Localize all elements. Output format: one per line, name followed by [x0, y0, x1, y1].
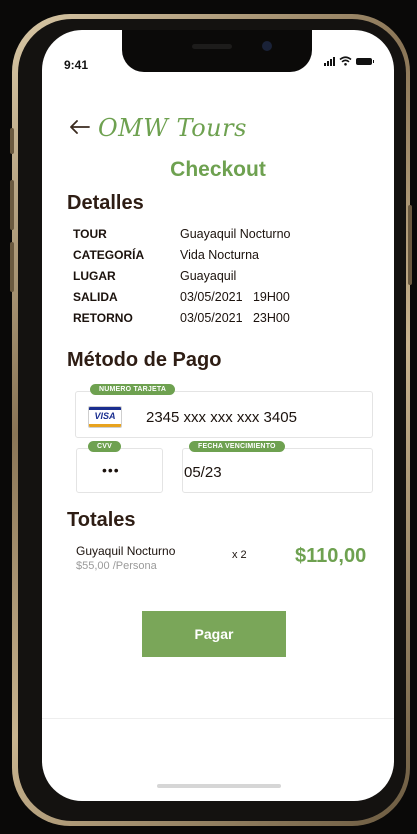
totals-heading: Totales — [67, 509, 136, 531]
detail-value: 03/05/2021 19H00 — [180, 289, 290, 304]
power-button — [408, 205, 412, 285]
volume-up-button — [10, 180, 14, 230]
detail-label: SALIDA — [73, 289, 118, 304]
detail-label: CATEGORÍA — [73, 247, 145, 262]
status-time: 9:41 — [64, 58, 89, 72]
details-heading: Detalles — [67, 192, 144, 214]
detail-row-departure: SALIDA 03/05/2021 19H00 — [73, 286, 290, 307]
detail-label: RETORNO — [73, 310, 133, 325]
details-list: TOUR Guayaquil Nocturno CATEGORÍA Vida N… — [73, 223, 290, 328]
detail-value: Vida Nocturna — [180, 247, 259, 262]
mute-switch — [10, 128, 14, 154]
expiry-date-value: 05/23 — [184, 464, 222, 481]
page-title: Checkout — [170, 158, 266, 181]
pay-button[interactable]: Pagar — [142, 611, 286, 657]
wifi-icon — [339, 56, 352, 66]
back-arrow-icon[interactable] — [68, 118, 90, 141]
detail-row-tour: TOUR Guayaquil Nocturno — [73, 223, 290, 244]
order-item-quantity: x 2 — [232, 549, 247, 561]
cvv-value: ••• — [102, 462, 120, 478]
brand-logo: OMW Tours — [98, 114, 247, 142]
bottom-divider — [42, 718, 394, 719]
app-screen: 9:41 OMW Tours Checkout Detalles TOUR Gu… — [42, 30, 394, 801]
detail-value: 03/05/2021 23H00 — [180, 310, 290, 325]
order-item-unit-price: $55,00 /Persona — [76, 560, 157, 572]
status-icons — [324, 56, 374, 66]
detail-label: TOUR — [73, 226, 107, 241]
card-number-tag: NUMERO TARJETA — [90, 384, 176, 395]
cvv-tag: CVV — [88, 441, 121, 452]
card-number-value: 2345 xxx xxx xxx 3405 — [146, 409, 297, 426]
home-indicator[interactable] — [157, 784, 281, 788]
notch — [122, 30, 312, 72]
detail-row-return: RETORNO 03/05/2021 23H00 — [73, 307, 290, 328]
payment-heading: Método de Pago — [67, 349, 222, 371]
volume-down-button — [10, 242, 14, 292]
signal-icon — [324, 56, 335, 66]
speaker-grille — [192, 44, 232, 49]
battery-icon — [356, 57, 374, 65]
expiry-date-tag: FECHA VENCIMIENTO — [189, 441, 285, 452]
camera-icon — [262, 41, 272, 51]
visa-card-icon: VISA — [88, 406, 122, 428]
detail-label: LUGAR — [73, 268, 116, 283]
order-item-name: Guyaquil Nocturno — [76, 544, 176, 558]
detail-value: Guayaquil — [180, 268, 237, 283]
detail-value: Guayaquil Nocturno — [180, 226, 291, 241]
detail-row-place: LUGAR Guayaquil — [73, 265, 290, 286]
detail-row-category: CATEGORÍA Vida Nocturna — [73, 244, 290, 265]
order-total: $110,00 — [295, 545, 367, 567]
